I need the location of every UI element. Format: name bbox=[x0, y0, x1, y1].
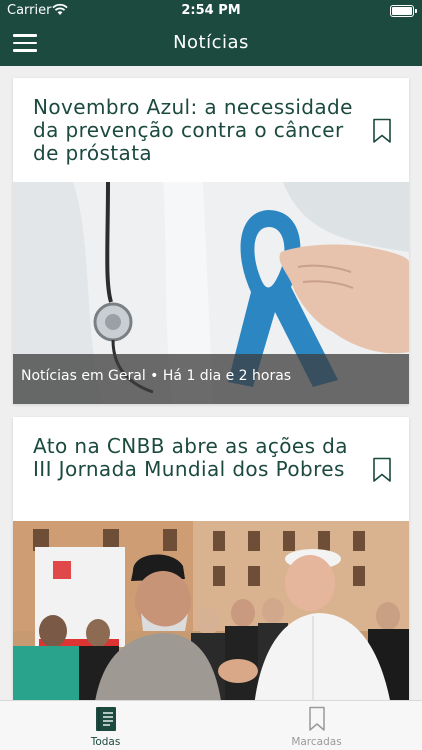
bookmark-outline-icon bbox=[309, 706, 325, 731]
tab-marcadas[interactable]: Marcadas bbox=[211, 701, 422, 750]
article-image[interactable]: Notícias em Geral • Há 1 dia e 2 horas bbox=[13, 182, 409, 404]
article-image[interactable] bbox=[13, 521, 409, 700]
header: Notícias bbox=[0, 22, 422, 66]
status-time: 2:54 PM bbox=[181, 3, 241, 18]
article-title[interactable]: Ato na CNBB abre as ações da III Jornada… bbox=[33, 435, 353, 481]
article-meta: Notícias em Geral • Há 1 dia e 2 horas bbox=[13, 354, 409, 404]
meta-separator: • bbox=[150, 368, 159, 384]
news-card[interactable]: Ato na CNBB abre as ações da III Jornada… bbox=[13, 417, 409, 700]
pope-greeting-crowd-photo bbox=[13, 521, 409, 700]
article-title[interactable]: Novembro Azul: a necessidade da prevençã… bbox=[33, 96, 353, 165]
tab-label: Marcadas bbox=[291, 736, 342, 748]
article-time: Há 1 dia e 2 horas bbox=[162, 368, 292, 384]
book-icon bbox=[96, 707, 116, 731]
news-card[interactable]: Novembro Azul: a necessidade da prevençã… bbox=[13, 78, 409, 404]
battery-icon bbox=[390, 5, 417, 17]
bookmark-outline-icon[interactable] bbox=[372, 118, 392, 144]
article-category: Notícias em Geral bbox=[21, 368, 146, 384]
news-feed[interactable]: Novembro Azul: a necessidade da prevençã… bbox=[0, 66, 422, 700]
tab-todas[interactable]: Todas bbox=[0, 701, 211, 750]
tab-bar: Todas Marcadas bbox=[0, 700, 422, 750]
bookmark-outline-icon[interactable] bbox=[372, 457, 392, 483]
tab-label: Todas bbox=[90, 736, 121, 748]
navigation-bar: Carrier 2:54 PM Notícias bbox=[0, 0, 422, 66]
page-title: Notícias bbox=[173, 32, 249, 53]
hamburger-menu-icon[interactable] bbox=[13, 34, 37, 52]
status-bar: Carrier 2:54 PM bbox=[0, 0, 422, 22]
